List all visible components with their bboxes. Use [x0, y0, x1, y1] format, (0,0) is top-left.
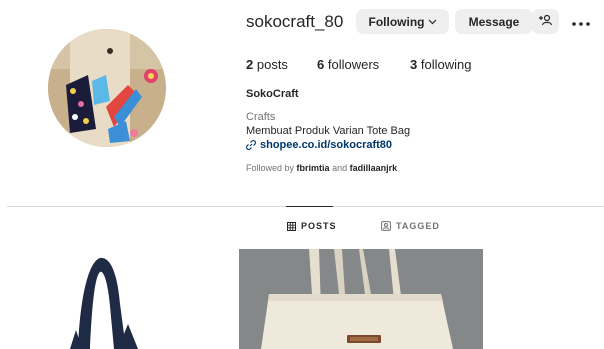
followers-count-label: followers: [327, 57, 380, 72]
posts-count-label: posts: [256, 57, 288, 72]
more-options-icon: [572, 14, 590, 29]
post-thumbnail[interactable]: [0, 244, 236, 349]
tab-posts-label: POSTS: [301, 221, 337, 231]
followers-count-stat[interactable]: 6 followers: [317, 57, 379, 72]
following-count-value: 3: [410, 57, 418, 72]
following-button[interactable]: Following: [356, 9, 449, 34]
following-count-stat[interactable]: 3 following: [410, 57, 471, 72]
active-tab-indicator: [286, 206, 333, 207]
more-options-button[interactable]: [570, 9, 592, 34]
following-button-label: Following: [368, 14, 425, 29]
profile-avatar[interactable]: [48, 29, 166, 147]
post-image-navy-tote: [0, 244, 236, 349]
tab-posts[interactable]: POSTS: [287, 221, 337, 231]
followed-by-user-2: fadillaanjrk: [349, 163, 398, 173]
profile-username: sokocraft_80: [246, 12, 344, 31]
grid-icon: [287, 221, 296, 231]
tag-icon: [381, 221, 391, 231]
post-thumbnail[interactable]: [239, 249, 483, 349]
profile-full-name: SokoCraft: [246, 88, 299, 100]
followed-by-prefix: Followed by: [246, 163, 295, 173]
posts-count-stat: 2 posts: [246, 57, 288, 72]
post-image-canvas-tote: [239, 249, 483, 349]
tab-tagged-label: TAGGED: [396, 221, 440, 231]
profile-category: Crafts: [246, 111, 276, 123]
add-user-button[interactable]: [532, 9, 559, 34]
avatar-image: [48, 29, 166, 147]
following-count-label: following: [420, 57, 472, 72]
add-user-icon: [538, 14, 553, 29]
tab-tagged[interactable]: TAGGED: [381, 221, 440, 231]
followed-by-joiner: and: [332, 163, 348, 173]
profile-link-text: shopee.co.id/sokocraft80: [260, 139, 393, 151]
link-icon: [246, 140, 256, 150]
message-button[interactable]: Message: [455, 9, 533, 34]
followed-by-text[interactable]: Followed by fbrimtia and fadillaanjrk: [246, 163, 397, 173]
profile-link[interactable]: shopee.co.id/sokocraft80: [246, 139, 392, 151]
profile-bio: Membuat Produk Varian Tote Bag: [246, 125, 411, 137]
followed-by-user-1: fbrimtia: [296, 163, 330, 173]
followers-count-value: 6: [317, 57, 325, 72]
chevron-down-icon: [428, 17, 437, 27]
posts-count-value: 2: [246, 57, 254, 72]
